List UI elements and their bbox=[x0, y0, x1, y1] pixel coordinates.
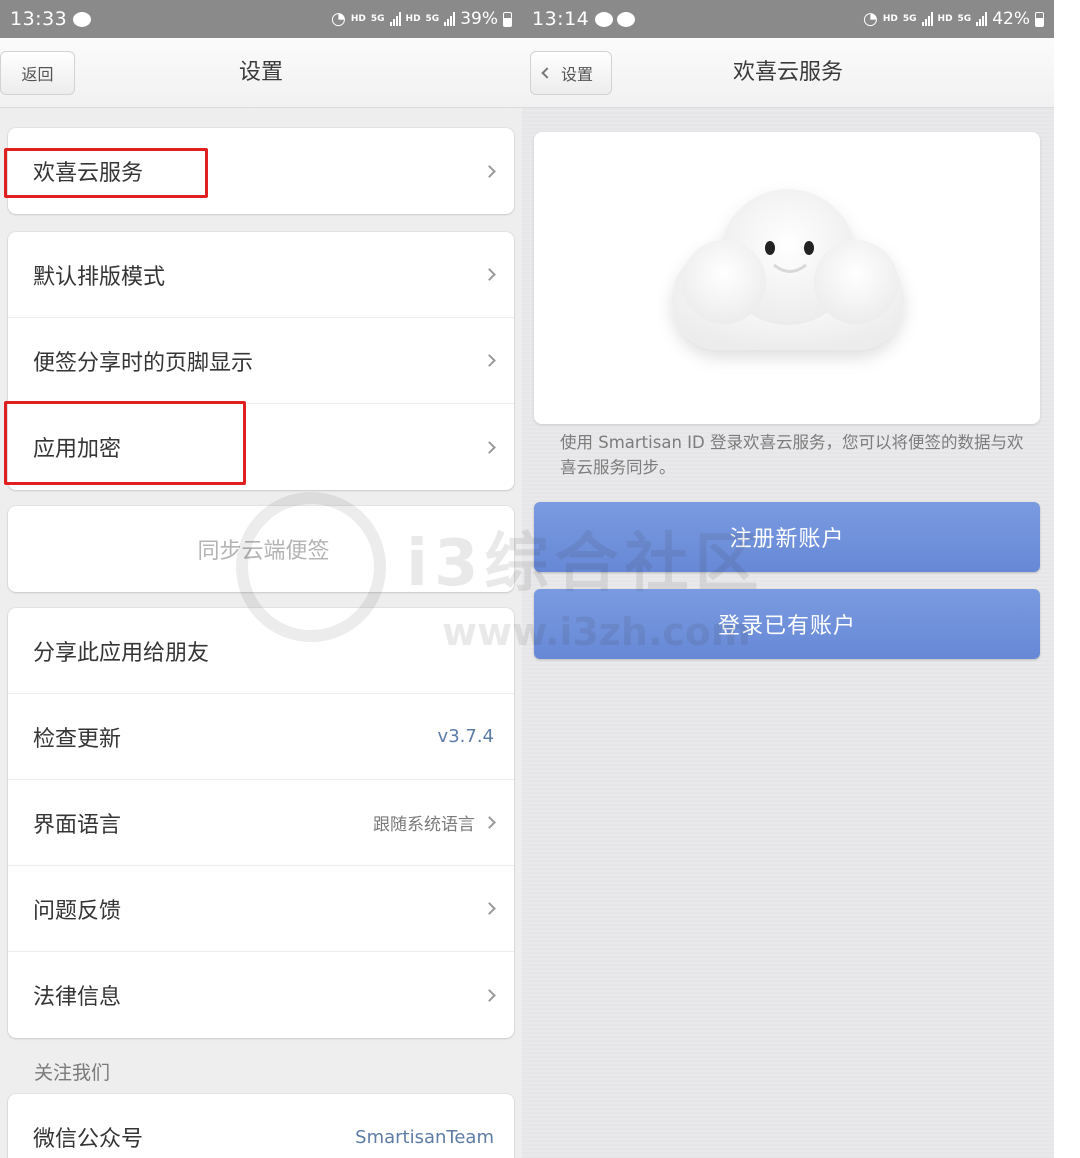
follow-us-section-title: 关注我们 bbox=[34, 1062, 111, 1084]
wifi-icon: ◔ bbox=[863, 9, 878, 29]
right-margin bbox=[1054, 0, 1080, 1158]
battery-icon bbox=[1035, 11, 1044, 27]
settings-item-label: 界面语言 bbox=[33, 812, 122, 838]
wifi-icon: ◔ bbox=[331, 9, 346, 29]
login-account-label: 登录已有账户 bbox=[717, 614, 856, 639]
sync-card: 同步云端便签 bbox=[8, 506, 514, 592]
message-icon bbox=[73, 11, 92, 27]
chevron-right-icon bbox=[483, 816, 496, 829]
sync-cloud-notes-label: 同步云端便签 bbox=[197, 539, 330, 564]
back-button-label: 返回 bbox=[21, 65, 54, 84]
cloud-service-header: 欢喜云服务 设置 bbox=[522, 38, 1054, 108]
back-button[interactable]: 返回 bbox=[0, 51, 75, 95]
wechat-account-value: SmartisanTeam bbox=[355, 1126, 494, 1148]
chevron-right-icon bbox=[483, 440, 496, 454]
settings-item-share-app[interactable]: 分享此应用给朋友 bbox=[8, 608, 514, 694]
settings-item-label: 问题反馈 bbox=[33, 898, 122, 924]
settings-header: 设置 返回 bbox=[0, 38, 522, 108]
settings-item-wechat[interactable]: 微信公众号 SmartisanTeam bbox=[8, 1094, 514, 1158]
page-title: 设置 bbox=[238, 60, 283, 85]
settings-item-label: 分享此应用给朋友 bbox=[33, 640, 210, 666]
status-time: 13:33 bbox=[10, 8, 68, 30]
network-label: 5G bbox=[902, 14, 917, 24]
chevron-right-icon bbox=[483, 988, 496, 1002]
chevron-right-icon bbox=[483, 902, 496, 915]
login-account-button[interactable]: 登录已有账户 bbox=[534, 589, 1040, 659]
settings-item-check-update[interactable]: 检查更新 v3.7.4 bbox=[8, 694, 514, 780]
status-time: 13:14 bbox=[532, 8, 590, 30]
settings-item-language[interactable]: 界面语言 跟随系统语言 bbox=[8, 780, 514, 866]
cloud-mascot-banner bbox=[534, 132, 1040, 424]
chevron-right-icon bbox=[483, 354, 496, 367]
chevron-right-icon bbox=[483, 164, 496, 178]
chevron-left-icon bbox=[541, 67, 553, 79]
highlight-box-cloud-service bbox=[4, 148, 208, 198]
register-account-label: 注册新账户 bbox=[729, 527, 845, 552]
signal-icon-2 bbox=[444, 12, 456, 26]
network-label: 5G bbox=[370, 14, 385, 24]
status-indicators: ◔ HD 5G HD 5G 39% bbox=[331, 9, 512, 29]
general-settings-card: 分享此应用给朋友 检查更新 v3.7.4 界面语言 跟随系统语言 问题反馈 法律… bbox=[8, 608, 514, 1038]
wechat-icon bbox=[595, 11, 614, 27]
settings-item-legal[interactable]: 法律信息 bbox=[8, 952, 514, 1038]
signal-icon bbox=[389, 12, 401, 26]
battery-percent: 42% bbox=[992, 9, 1030, 29]
cloud-service-description: 使用 Smartisan ID 登录欢喜云服务，您可以将便签的数据与欢喜云服务同… bbox=[560, 433, 1024, 477]
chevron-right-icon bbox=[483, 268, 496, 281]
hd-label: HD bbox=[350, 14, 366, 24]
signal-icon bbox=[921, 12, 933, 26]
settings-item-label: 检查更新 bbox=[33, 726, 122, 752]
signal-icon-2 bbox=[976, 12, 988, 26]
back-button-label: 设置 bbox=[561, 65, 594, 84]
register-account-button[interactable]: 注册新账户 bbox=[534, 502, 1040, 572]
settings-screen: 13:33 ◔ HD 5G HD 5G 39% 设置 返回 欢喜云服务 默认排版… bbox=[0, 0, 522, 1158]
sync-cloud-notes-button[interactable]: 同步云端便签 bbox=[8, 506, 514, 592]
battery-icon bbox=[503, 11, 512, 27]
status-bar: 13:33 ◔ HD 5G HD 5G 39% bbox=[0, 0, 522, 38]
language-value: 跟随系统语言 bbox=[373, 815, 475, 835]
status-bar: 13:14 ◔ HD 5G HD 5G 42% bbox=[522, 0, 1054, 38]
settings-item-label: 微信公众号 bbox=[33, 1127, 144, 1152]
status-indicators: ◔ HD 5G HD 5G 42% bbox=[863, 9, 1044, 29]
hd-label: HD bbox=[882, 14, 898, 24]
network-label-2: 5G bbox=[957, 14, 972, 24]
highlight-box-app-lock bbox=[4, 401, 246, 485]
battery-percent: 39% bbox=[460, 9, 498, 29]
settings-item-label: 法律信息 bbox=[33, 985, 122, 1010]
social-card: 微信公众号 SmartisanTeam bbox=[8, 1094, 514, 1158]
network-label-2: 5G bbox=[425, 14, 440, 24]
back-to-settings-button[interactable]: 设置 bbox=[530, 51, 612, 95]
settings-item-default-layout[interactable]: 默认排版模式 bbox=[8, 232, 514, 318]
hd-label-2: HD bbox=[937, 14, 953, 24]
cloud-mascot-illustration bbox=[672, 189, 904, 350]
settings-item-feedback[interactable]: 问题反馈 bbox=[8, 866, 514, 952]
settings-item-label: 便签分享时的页脚显示 bbox=[33, 350, 254, 376]
cloud-service-screen: 13:14 ◔ HD 5G HD 5G 42% 欢喜云服务 设置 使用 Smar… bbox=[522, 0, 1054, 1158]
hd-label-2: HD bbox=[405, 14, 421, 24]
version-value: v3.7.4 bbox=[437, 726, 494, 747]
message-icon bbox=[617, 11, 636, 27]
settings-item-label: 默认排版模式 bbox=[33, 264, 166, 290]
settings-item-share-footer[interactable]: 便签分享时的页脚显示 bbox=[8, 318, 514, 404]
